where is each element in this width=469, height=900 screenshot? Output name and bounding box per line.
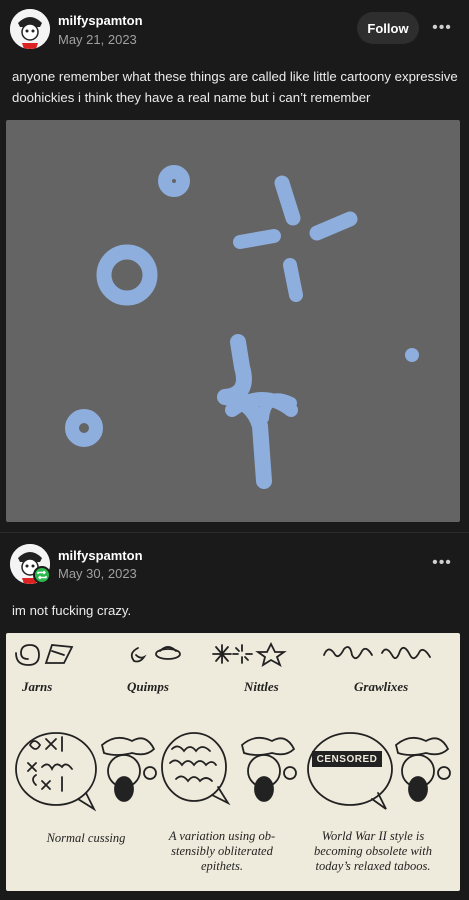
more-options-icon[interactable]: ••• (429, 18, 455, 38)
follow-button[interactable]: Follow (357, 12, 419, 44)
comic-label-quimps: Quimps (127, 679, 169, 694)
username[interactable]: milfyspamton (58, 548, 143, 563)
comic-caption-1: Normal cussing (46, 831, 126, 845)
more-options-icon[interactable]: ••• (429, 553, 455, 573)
comic-label-nittles: Nittles (244, 679, 279, 694)
reblog-icon (33, 566, 51, 584)
censored-banner: CENSORED (312, 751, 382, 767)
comic-caption-2: A variation using ob- stensibly oblitera… (168, 829, 276, 873)
post-body-text: anyone remember what these things are ca… (12, 69, 458, 105)
post-image-sparkles[interactable] (6, 120, 460, 522)
avatar[interactable] (10, 9, 50, 49)
username[interactable]: milfyspamton (58, 13, 143, 28)
post-body-text: im not fucking crazy. (12, 603, 132, 618)
sparkle-drawing (65, 165, 419, 489)
comic-label-grawlixes: Grawlixes (354, 679, 409, 694)
post-image-comic[interactable]: Jarns Quimps Nittles Grawlixes CENSORED … (6, 633, 460, 891)
post-header: milfyspamton May 21, 2023 Follow ••• (0, 0, 469, 60)
comic-label-jarns: Jarns (22, 679, 53, 694)
post-date[interactable]: May 21, 2023 (58, 32, 137, 47)
reblog-header: milfyspamton May 30, 2023 ••• (0, 533, 469, 593)
post-date[interactable]: May 30, 2023 (58, 566, 137, 581)
comic-caption-3: World War II style is becoming obsolete … (313, 829, 433, 873)
